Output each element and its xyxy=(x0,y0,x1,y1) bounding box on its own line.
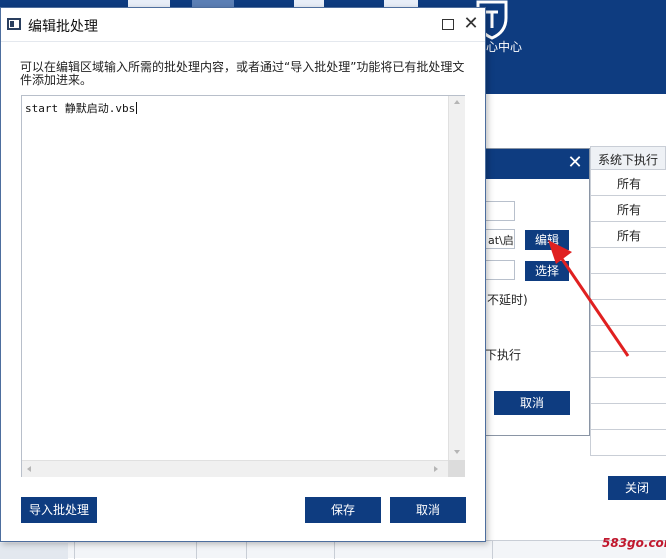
table-row xyxy=(590,274,666,300)
background-table: 系统下执行 所有 所有 所有 xyxy=(590,146,666,456)
text-field[interactable] xyxy=(485,260,515,280)
scroll-up-icon[interactable] xyxy=(454,100,460,104)
window-icon xyxy=(7,18,21,30)
close-icon[interactable]: ✕ xyxy=(461,14,481,34)
horizontal-scrollbar[interactable] xyxy=(22,460,448,477)
dialog-titlebar: 编辑批处理 ✕ xyxy=(1,8,485,42)
divider xyxy=(196,541,197,559)
path-field[interactable]: at\启 xyxy=(485,229,515,249)
table-row xyxy=(590,404,666,430)
task-settings-dialog: ✕ at\启 编辑 选择 不延时) 下执行 取消 xyxy=(484,148,590,436)
table-row xyxy=(590,378,666,404)
text-caret xyxy=(136,102,138,114)
bottom-tab[interactable] xyxy=(0,543,68,559)
table-row xyxy=(590,326,666,352)
divider xyxy=(492,541,493,559)
table-row xyxy=(590,430,666,456)
maximize-icon[interactable] xyxy=(439,16,457,34)
save-button[interactable]: 保存 xyxy=(305,497,381,523)
dialog-titlebar: ✕ xyxy=(485,149,589,179)
table-row xyxy=(590,248,666,274)
table-cell: 所有 xyxy=(590,222,666,248)
close-icon[interactable]: ✕ xyxy=(565,153,585,173)
nav-label-center[interactable]: 心中心 xyxy=(486,38,522,55)
cancel-button[interactable]: 取消 xyxy=(494,391,570,415)
instruction-text: 可以在编辑区域输入所需的批处理内容，或者通过“导入批处理”功能将已有批处理文件添… xyxy=(20,60,465,87)
option-label: 不延时) xyxy=(487,293,528,307)
select-button[interactable]: 选择 xyxy=(525,261,569,281)
watermark: 583go.com xyxy=(602,536,666,550)
table-cell: 所有 xyxy=(590,196,666,222)
table-row xyxy=(590,300,666,326)
scroll-right-icon[interactable] xyxy=(434,466,438,472)
edit-batch-dialog: 编辑批处理 ✕ 可以在编辑区域输入所需的批处理内容，或者通过“导入批处理”功能将… xyxy=(0,7,486,542)
bottom-bar xyxy=(0,540,666,559)
import-batch-button[interactable]: 导入批处理 xyxy=(21,497,97,523)
scrollbar-corner xyxy=(448,460,465,477)
table-header: 系统下执行 xyxy=(590,146,666,170)
divider xyxy=(246,541,247,559)
cancel-button[interactable]: 取消 xyxy=(390,497,466,523)
dialog-title: 编辑批处理 xyxy=(28,19,98,35)
divider xyxy=(334,541,335,559)
table-cell: 所有 xyxy=(590,170,666,196)
scroll-left-icon[interactable] xyxy=(27,466,31,472)
table-row xyxy=(590,352,666,378)
batch-editor-text[interactable]: start 静默启动.vbs xyxy=(22,96,447,460)
edit-button[interactable]: 编辑 xyxy=(525,230,569,250)
divider xyxy=(74,541,75,559)
close-button[interactable]: 关闭 xyxy=(608,476,666,500)
batch-editor[interactable]: start 静默启动.vbs xyxy=(21,95,465,477)
vertical-scrollbar[interactable] xyxy=(448,96,465,460)
text-field[interactable] xyxy=(485,201,515,221)
option-label: 下执行 xyxy=(485,348,522,362)
batch-content: start 静默启动.vbs xyxy=(25,102,136,115)
scroll-down-icon[interactable] xyxy=(454,450,460,454)
